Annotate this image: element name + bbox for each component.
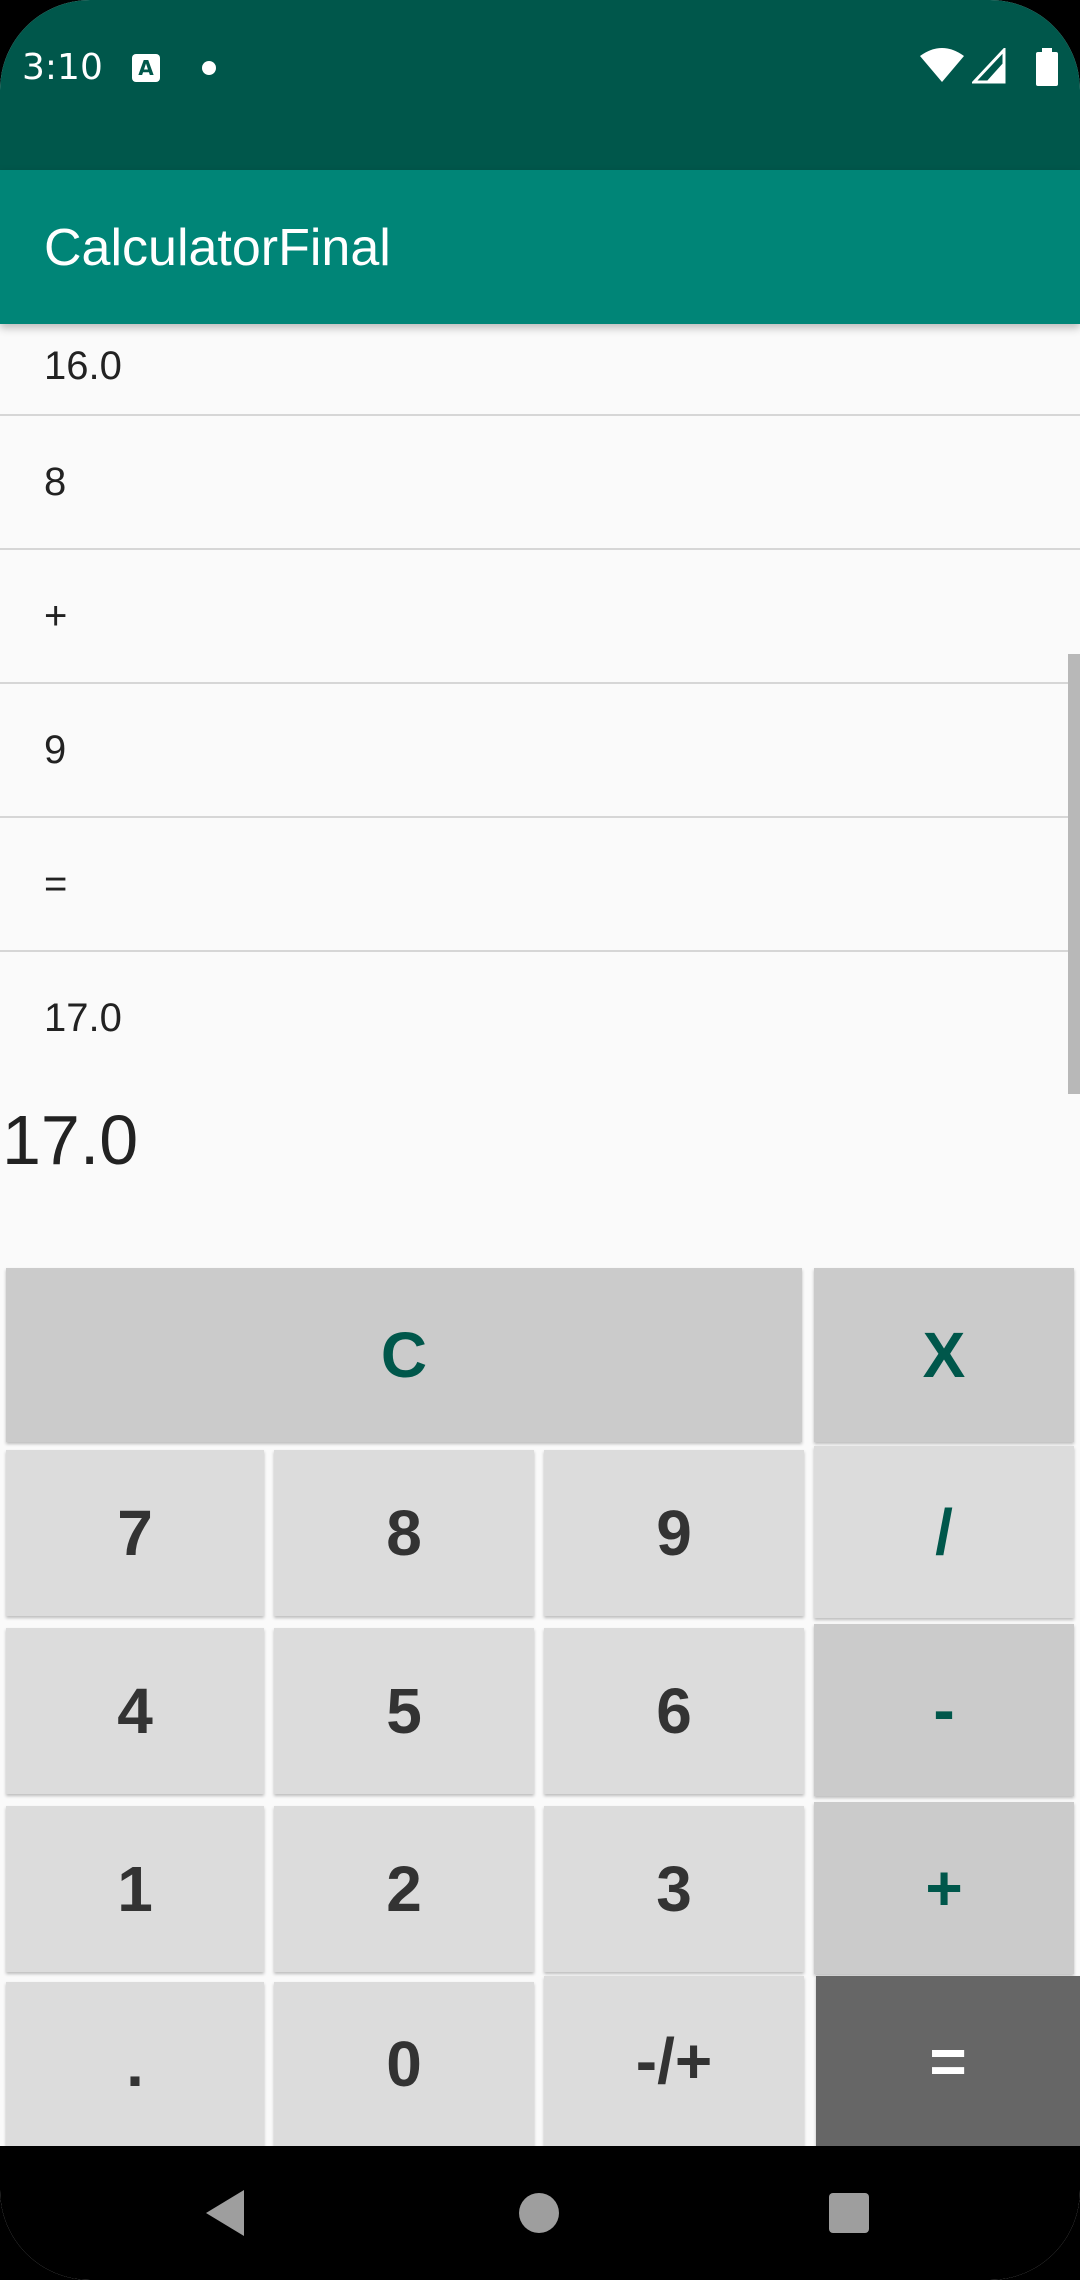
scrollbar[interactable] bbox=[1068, 654, 1080, 1094]
notification-icon: A bbox=[132, 54, 160, 82]
history-item[interactable]: + bbox=[0, 550, 1080, 684]
status-icons bbox=[920, 48, 1060, 88]
digit-8-button[interactable]: 8 bbox=[274, 1450, 534, 1616]
history-item-text: 16.0 bbox=[44, 344, 122, 388]
digit-0-button[interactable]: 0 bbox=[274, 1982, 534, 2146]
notification-dot-icon bbox=[202, 61, 216, 75]
app-title: CalculatorFinal bbox=[44, 219, 391, 277]
digit-2-button[interactable]: 2 bbox=[274, 1806, 534, 1972]
divide-button[interactable]: / bbox=[814, 1446, 1074, 1618]
history-item-text: 9 bbox=[44, 728, 67, 772]
status-time: 3:10 bbox=[22, 47, 103, 88]
wifi-icon bbox=[920, 48, 964, 82]
history-item-text: = bbox=[44, 862, 68, 906]
navigation-bar bbox=[0, 2146, 1080, 2280]
recents-icon[interactable] bbox=[828, 2192, 870, 2234]
signal-icon bbox=[972, 48, 1006, 84]
app-bar: CalculatorFinal bbox=[0, 170, 1080, 324]
history-item[interactable]: 9 bbox=[0, 684, 1080, 818]
history-item[interactable]: = bbox=[0, 818, 1080, 952]
back-icon[interactable] bbox=[204, 2188, 248, 2238]
battery-icon bbox=[1036, 48, 1058, 86]
history-item-text: + bbox=[44, 594, 68, 638]
result-display: 17.0 bbox=[2, 1101, 139, 1179]
digit-4-button[interactable]: 4 bbox=[6, 1628, 264, 1794]
keypad: C X 7 8 9 / 4 5 6 - 1 2 3 + . 0 -/+ = bbox=[0, 1266, 1080, 2146]
plus-button[interactable]: + bbox=[814, 1802, 1074, 1974]
home-icon[interactable] bbox=[518, 2192, 560, 2234]
history-item[interactable]: 17.0 bbox=[0, 952, 1080, 1086]
digit-5-button[interactable]: 5 bbox=[274, 1628, 534, 1794]
history-list[interactable]: 16.0 8 + 9 = 17.0 bbox=[0, 324, 1080, 1096]
digit-3-button[interactable]: 3 bbox=[544, 1806, 804, 1972]
digit-6-button[interactable]: 6 bbox=[544, 1628, 804, 1794]
equals-button[interactable]: = bbox=[816, 1976, 1080, 2146]
negate-button[interactable]: -/+ bbox=[544, 1976, 804, 2146]
history-item-text: 17.0 bbox=[44, 996, 122, 1040]
history-item[interactable]: 8 bbox=[0, 416, 1080, 550]
clear-button[interactable]: C bbox=[6, 1268, 802, 1442]
history-item[interactable]: 16.0 bbox=[0, 324, 1080, 416]
backspace-button[interactable]: X bbox=[814, 1268, 1074, 1442]
minus-button[interactable]: - bbox=[814, 1624, 1074, 1796]
digit-7-button[interactable]: 7 bbox=[6, 1450, 264, 1616]
history-item-text: 8 bbox=[44, 460, 67, 504]
screen: 3:10 A CalculatorFinal 16.0 8 + 9 = 17.0… bbox=[0, 0, 1080, 2280]
digit-1-button[interactable]: 1 bbox=[6, 1806, 264, 1972]
status-bar: 3:10 A bbox=[0, 0, 1080, 170]
decimal-button[interactable]: . bbox=[6, 1982, 264, 2146]
digit-9-button[interactable]: 9 bbox=[544, 1450, 804, 1616]
